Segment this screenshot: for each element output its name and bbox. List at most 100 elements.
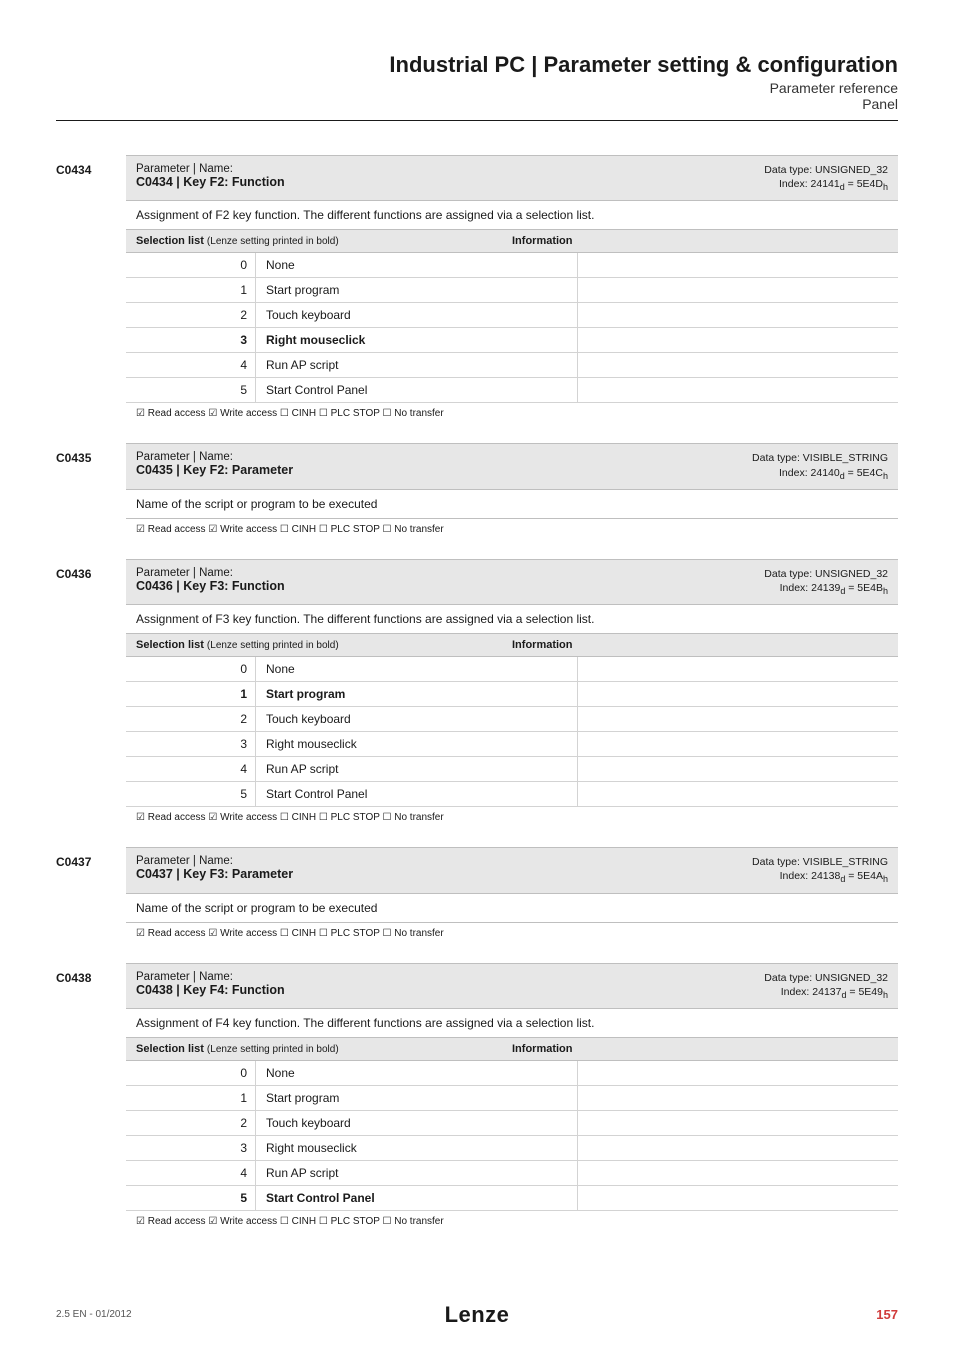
selection-number: 3 <box>126 1136 256 1160</box>
selection-header-label: Selection list <box>136 235 207 247</box>
selection-info <box>578 707 899 731</box>
selection-number: 0 <box>126 657 256 681</box>
param-name: C0435 | Key F2: Parameter <box>136 463 293 477</box>
selection-header-info: Information <box>512 639 888 651</box>
param-content: Parameter | Name:C0438 | Key F4: Functio… <box>126 963 898 1229</box>
param-header-right: Data type: VISIBLE_STRINGIndex: 24138d =… <box>752 855 888 885</box>
selection-label: Run AP script <box>256 757 578 781</box>
selection-header-paren: (Lenze setting printed in bold) <box>207 640 339 651</box>
selection-label: Touch keyboard <box>256 707 578 731</box>
param-name: C0436 | Key F3: Function <box>136 579 285 593</box>
selection-header: Selection list (Lenze setting printed in… <box>126 230 898 253</box>
param-header-left: Parameter | Name:C0434 | Key F2: Functio… <box>136 163 285 189</box>
selection-label: Start Control Panel <box>256 782 578 806</box>
selection-row: 3Right mouseclick <box>126 1136 898 1161</box>
selection-label: Run AP script <box>256 353 578 377</box>
selection-number: 5 <box>126 782 256 806</box>
selection-number: 1 <box>126 682 256 706</box>
selection-info <box>578 253 899 277</box>
param-content: Parameter | Name:C0435 | Key F2: Paramet… <box>126 443 898 536</box>
selection-header: Selection list (Lenze setting printed in… <box>126 1038 898 1061</box>
page-header: Industrial PC | Parameter setting & conf… <box>56 52 898 112</box>
access-flags: ☑ Read access ☑ Write access ☐ CINH ☐ PL… <box>126 1211 898 1229</box>
selection-row: 1Start program <box>126 1086 898 1111</box>
param-content: Parameter | Name:C0434 | Key F2: Functio… <box>126 155 898 421</box>
param-description: Name of the script or program to be exec… <box>126 894 898 923</box>
selection-label: Start program <box>256 1086 578 1110</box>
selection-label: Right mouseclick <box>256 1136 578 1160</box>
param-header-left: Parameter | Name:C0438 | Key F4: Functio… <box>136 971 285 997</box>
selection-number: 5 <box>126 378 256 402</box>
param-description: Name of the script or program to be exec… <box>126 490 898 519</box>
param-code: C0435 <box>56 443 126 536</box>
selection-header: Selection list (Lenze setting printed in… <box>126 634 898 657</box>
selection-row: 1Start program <box>126 682 898 707</box>
selection-number: 2 <box>126 303 256 327</box>
access-flags: ☑ Read access ☑ Write access ☐ CINH ☐ PL… <box>126 923 898 941</box>
selection-number: 5 <box>126 1186 256 1210</box>
selection-number: 0 <box>126 1061 256 1085</box>
selection-row: 0None <box>126 253 898 278</box>
selection-label: Right mouseclick <box>256 732 578 756</box>
header-divider <box>56 120 898 121</box>
selection-number: 1 <box>126 1086 256 1110</box>
param-header-right: Data type: UNSIGNED_32Index: 24137d = 5E… <box>764 971 888 1001</box>
param-header-right: Data type: UNSIGNED_32Index: 24141d = 5E… <box>764 163 888 193</box>
selection-header-paren: (Lenze setting printed in bold) <box>207 1044 339 1055</box>
param-code: C0438 <box>56 963 126 1229</box>
param-group: C0435Parameter | Name:C0435 | Key F2: Pa… <box>56 443 898 536</box>
selection-row: 2Touch keyboard <box>126 1111 898 1136</box>
selection-info <box>578 1086 899 1110</box>
selection-number: 2 <box>126 1111 256 1135</box>
selection-info <box>578 782 899 806</box>
selection-info <box>578 1136 899 1160</box>
selection-number: 1 <box>126 278 256 302</box>
param-header-left: Parameter | Name:C0436 | Key F3: Functio… <box>136 567 285 593</box>
selection-row: 5Start Control Panel <box>126 378 898 403</box>
selection-row: 2Touch keyboard <box>126 707 898 732</box>
selection-row: 0None <box>126 1061 898 1086</box>
param-name: C0437 | Key F3: Parameter <box>136 867 293 881</box>
param-code: C0436 <box>56 559 126 825</box>
selection-number: 0 <box>126 253 256 277</box>
param-code: C0434 <box>56 155 126 421</box>
param-group: C0436 Parameter | Name:C0436 | Key F3: Fu… <box>56 559 898 825</box>
selection-row: 4Run AP script <box>126 353 898 378</box>
param-code: C0437 <box>56 847 126 940</box>
selection-label: None <box>256 657 578 681</box>
selection-row: 2Touch keyboard <box>126 303 898 328</box>
selection-row: 5Start Control Panel <box>126 782 898 807</box>
selection-row: 4Run AP script <box>126 1161 898 1186</box>
page-subtitle-1: Parameter reference <box>56 80 898 96</box>
param-header: Parameter | Name:C0436 | Key F3: Functio… <box>126 559 898 605</box>
selection-row: 3Right mouseclick <box>126 732 898 757</box>
selection-header-info: Information <box>512 235 888 247</box>
param-group: C0438 Parameter | Name:C0438 | Key F4: Fu… <box>56 963 898 1229</box>
access-flags: ☑ Read access ☑ Write access ☐ CINH ☐ PL… <box>126 807 898 825</box>
page-subtitle-2: Panel <box>56 96 898 112</box>
selection-row: 4Run AP script <box>126 757 898 782</box>
selection-info <box>578 657 899 681</box>
selection-info <box>578 1111 899 1135</box>
param-group: C0434 Parameter | Name:C0434 | Key F2: Fu… <box>56 155 898 421</box>
selection-row: 3Right mouseclick <box>126 328 898 353</box>
selection-number: 3 <box>126 328 256 352</box>
selection-info <box>578 303 899 327</box>
selection-label: None <box>256 1061 578 1085</box>
selection-number: 2 <box>126 707 256 731</box>
selection-row: 5Start Control Panel <box>126 1186 898 1211</box>
selection-number: 4 <box>126 353 256 377</box>
param-header-left: Parameter | Name:C0437 | Key F3: Paramet… <box>136 855 293 881</box>
selection-row: 1Start program <box>126 278 898 303</box>
param-group: C0437 Parameter | Name:C0437 | Key F3: Pa… <box>56 847 898 940</box>
selection-label: Start Control Panel <box>256 1186 578 1210</box>
selection-info <box>578 682 899 706</box>
param-content: Parameter | Name:C0436 | Key F3: Functio… <box>126 559 898 825</box>
param-description: Assignment of F2 key function. The diffe… <box>126 201 898 230</box>
selection-header-label: Selection list <box>136 1043 207 1055</box>
page-title: Industrial PC | Parameter setting & conf… <box>56 52 898 78</box>
selection-row: 0None <box>126 657 898 682</box>
param-description: Assignment of F4 key function. The diffe… <box>126 1009 898 1038</box>
selection-info <box>578 732 899 756</box>
access-flags: ☑ Read access ☑ Write access ☐ CINH ☐ PL… <box>126 519 898 537</box>
